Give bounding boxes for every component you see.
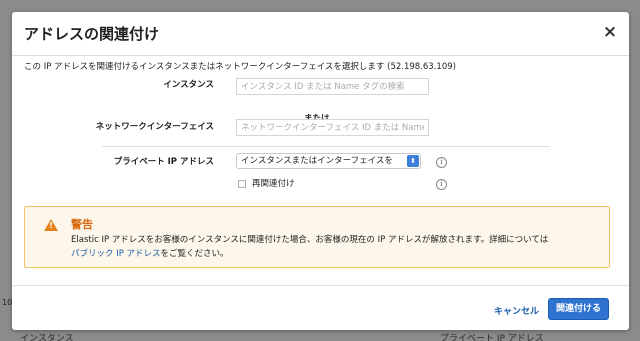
private-ip-select-value: インスタンスまたはインターフェイスを (241, 156, 393, 166)
public-ip-link[interactable]: パブリック IP アドレス (71, 249, 161, 259)
alert-body-tail: をご覧ください。 (160, 249, 229, 259)
dialog-header: アドレスの関連付け × (12, 12, 629, 56)
reassociate-checkbox[interactable] (238, 180, 246, 188)
close-icon[interactable]: × (601, 23, 619, 41)
cancel-button[interactable]: キャンセル (494, 304, 539, 317)
instance-search-input[interactable] (236, 78, 429, 95)
form-divider (102, 146, 550, 147)
associate-button[interactable]: 関連付ける (548, 298, 609, 320)
associate-address-dialog: アドレスの関連付け × この IP アドレスを関連付けるインスタンスまたはネット… (12, 12, 629, 330)
network-interface-label: ネットワークインターフェイス (95, 122, 214, 132)
warning-exclamation: ! (49, 221, 53, 230)
backdrop-column-private-ip: プライベート IP アドレス (440, 334, 544, 341)
private-ip-select[interactable]: インスタンスまたはインターフェイスを ⬍ (236, 153, 421, 169)
alert-body-text: Elastic IP アドレスをお客様のインスタンスに関連付けた場合、お客様の現… (71, 235, 549, 245)
alert-body: Elastic IP アドレスをお客様のインスタンスに関連付けた場合、お客様の現… (71, 233, 601, 261)
backdrop-edge-mark: 10 (2, 298, 13, 307)
network-interface-search-input[interactable] (236, 119, 429, 136)
reassociate-info-icon[interactable]: i (436, 179, 447, 190)
dialog-title: アドレスの関連付け (24, 25, 160, 43)
warning-alert: ! 警告 Elastic IP アドレスをお客様のインスタンスに関連付けた場合、… (24, 206, 610, 268)
backdrop-column-instance: インスタンス (20, 334, 74, 341)
reassociate-label: 再関連付け (252, 179, 295, 189)
private-ip-info-icon[interactable]: i (436, 157, 447, 168)
footer-divider (12, 285, 629, 286)
alert-title: 警告 (71, 218, 93, 231)
select-arrows-icon: ⬍ (407, 155, 419, 167)
private-ip-label: プライベート IP アドレス (113, 157, 214, 167)
instance-label: インスタンス (163, 80, 214, 90)
dialog-intro-text: この IP アドレスを関連付けるインスタンスまたはネットワークインターフェイスを… (24, 62, 456, 72)
